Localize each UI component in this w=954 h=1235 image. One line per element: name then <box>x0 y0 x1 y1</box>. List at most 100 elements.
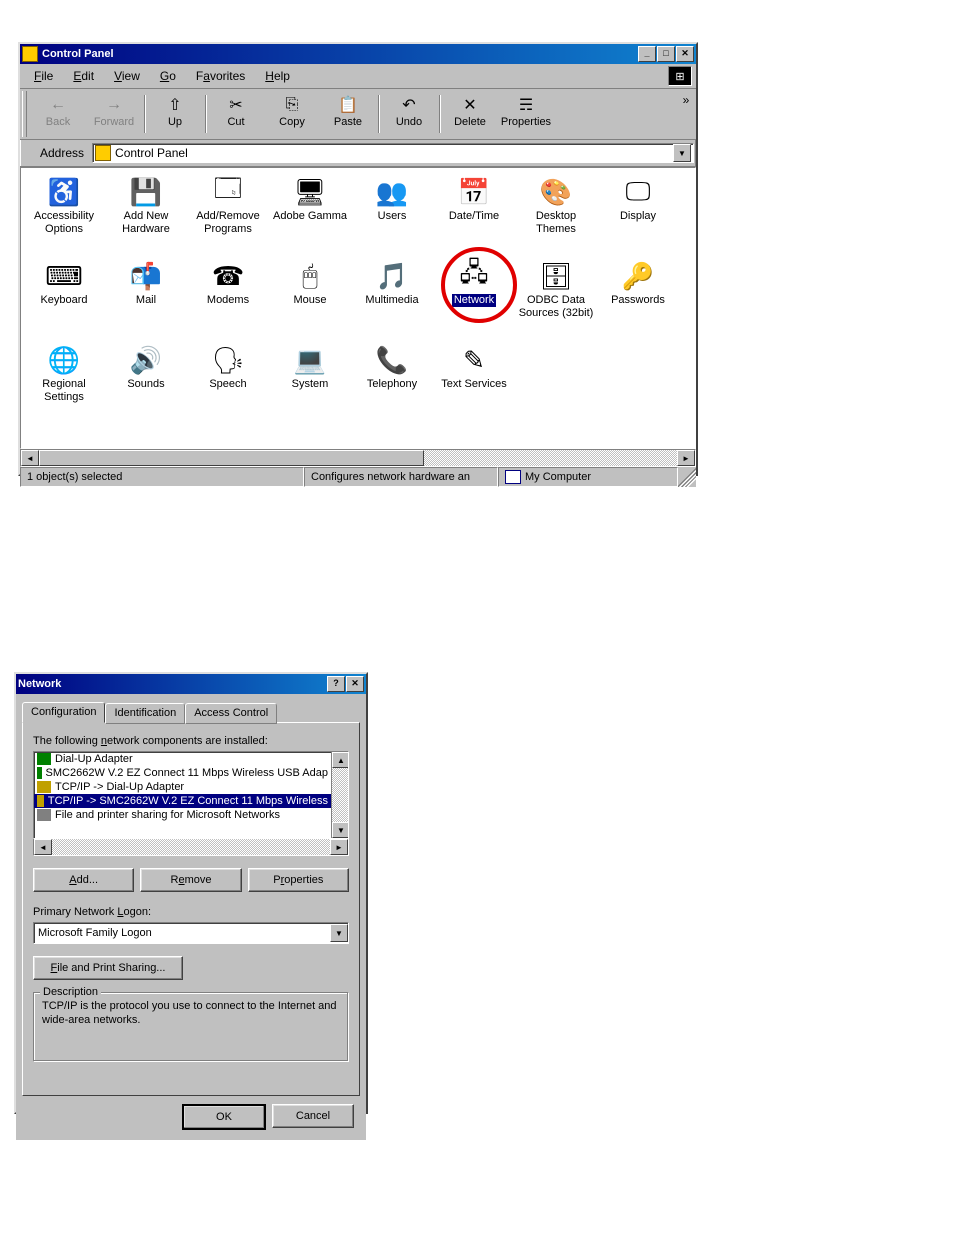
network-icon-label: Network <box>452 294 496 307</box>
keyboard-icon[interactable]: ⌨Keyboard <box>23 256 105 340</box>
multimedia-icon[interactable]: 🎵Multimedia <box>351 256 433 340</box>
add-remove-programs-icon-label: Add/Remove Programs <box>187 210 269 236</box>
close-button[interactable]: ✕ <box>676 46 694 62</box>
component-type-icon <box>37 767 42 779</box>
speech-icon[interactable]: 🗣Speech <box>187 340 269 424</box>
mail-icon[interactable]: 📬Mail <box>105 256 187 340</box>
cancel-button[interactable]: Cancel <box>272 1104 354 1128</box>
component-item[interactable]: TCP/IP -> Dial-Up Adapter <box>34 780 331 794</box>
users-icon[interactable]: 👥Users <box>351 172 433 256</box>
component-item[interactable]: SMC2662W V.2 EZ Connect 11 Mbps Wireless… <box>34 766 331 780</box>
address-field[interactable]: Control Panel ▼ <box>92 143 694 163</box>
tab-identification[interactable]: Identification <box>105 703 185 724</box>
properties-button[interactable]: ☴Properties <box>498 91 554 133</box>
date-time-icon[interactable]: 📅Date/Time <box>433 172 515 256</box>
description-label: Description <box>40 986 101 998</box>
regional-settings-icon[interactable]: 🌐Regional Settings <box>23 340 105 424</box>
desktop-themes-icon-label: Desktop Themes <box>515 210 597 236</box>
forward-icon: → <box>104 96 124 114</box>
add-new-hardware-icon[interactable]: 💾Add New Hardware <box>105 172 187 256</box>
menu-view[interactable]: View <box>104 67 150 85</box>
display-icon[interactable]: 🖵Display <box>597 172 679 256</box>
menu-help[interactable]: Help <box>255 67 300 85</box>
paste-button[interactable]: 📋Paste <box>320 91 376 133</box>
modems-icon[interactable]: ☎Modems <box>187 256 269 340</box>
text-services-icon[interactable]: ✎Text Services <box>433 340 515 424</box>
window-title: Control Panel <box>42 48 114 60</box>
configuration-tab-panel: The following network components are ins… <box>22 722 360 1096</box>
desktop-themes-glyph-icon: 🎨 <box>540 176 572 208</box>
component-item[interactable]: File and printer sharing for Microsoft N… <box>34 808 331 822</box>
add-remove-programs-icon[interactable]: 🗔Add/Remove Programs <box>187 172 269 256</box>
listbox-hscroll[interactable]: ◄ ► <box>33 838 349 856</box>
components-listbox[interactable]: Dial-Up AdapterSMC2662W V.2 EZ Connect 1… <box>33 751 349 839</box>
toolbar-overflow-icon[interactable]: » <box>678 91 694 137</box>
passwords-icon[interactable]: 🔑Passwords <box>597 256 679 340</box>
file-print-sharing-button[interactable]: File and Print Sharing... <box>33 956 183 980</box>
maximize-button[interactable]: □ <box>657 46 675 62</box>
copy-button[interactable]: ⎘Copy <box>264 91 320 133</box>
tab-configuration[interactable]: Configuration <box>22 702 105 723</box>
telephony-icon[interactable]: 📞Telephony <box>351 340 433 424</box>
menu-favorites[interactable]: Favorites <box>186 67 255 85</box>
undo-button[interactable]: ↶Undo <box>381 91 437 133</box>
add-button[interactable]: Add... <box>33 868 134 892</box>
listbox-scroll-right-icon[interactable]: ► <box>330 839 348 855</box>
component-item[interactable]: Dial-Up Adapter <box>34 752 331 766</box>
network-icon[interactable]: 🖧Network <box>433 256 515 340</box>
sounds-icon[interactable]: 🔊Sounds <box>105 340 187 424</box>
ok-button[interactable]: OK <box>182 1104 266 1130</box>
up-button[interactable]: ⇧Up <box>147 91 203 133</box>
tab-access-control[interactable]: Access Control <box>185 703 277 724</box>
component-item[interactable]: TCP/IP -> SMC2662W V.2 EZ Connect 11 Mbp… <box>34 794 331 808</box>
date-time-icon-label: Date/Time <box>447 210 501 223</box>
menu-file[interactable]: File <box>24 67 63 85</box>
remove-button[interactable]: Remove <box>140 868 241 892</box>
text-services-icon-label: Text Services <box>439 378 508 391</box>
dialog-close-button[interactable]: ✕ <box>346 676 364 692</box>
menu-go[interactable]: Go <box>150 67 186 85</box>
titlebar[interactable]: Control Panel _ □ ✕ <box>20 44 696 64</box>
combo-dropdown-icon[interactable]: ▼ <box>330 924 348 942</box>
adobe-gamma-glyph-icon: 🖥 <box>294 176 326 208</box>
dialog-titlebar[interactable]: Network ? ✕ <box>16 674 366 694</box>
scroll-down-icon[interactable]: ▼ <box>332 822 349 838</box>
component-label: File and printer sharing for Microsoft N… <box>55 809 280 821</box>
system-icon[interactable]: 💻System <box>269 340 351 424</box>
add-new-hardware-glyph-icon: 💾 <box>130 176 162 208</box>
scroll-up-icon[interactable]: ▲ <box>332 752 349 768</box>
odbc-icon[interactable]: 🗄ODBC Data Sources (32bit) <box>515 256 597 340</box>
properties-button[interactable]: Properties <box>248 868 349 892</box>
help-button[interactable]: ? <box>327 676 345 692</box>
minimize-button[interactable]: _ <box>638 46 656 62</box>
toolbar-handle[interactable] <box>22 91 27 137</box>
toolbar: ←Back→Forward⇧Up✂Cut⎘Copy📋Paste↶Undo✕Del… <box>20 89 696 140</box>
scroll-left-icon[interactable]: ◄ <box>21 450 39 466</box>
horizontal-scrollbar[interactable]: ◄ ► <box>20 449 696 467</box>
adobe-gamma-icon-label: Adobe Gamma <box>271 210 349 223</box>
passwords-glyph-icon: 🔑 <box>622 260 654 292</box>
primary-logon-combo[interactable]: Microsoft Family Logon ▼ <box>33 922 349 944</box>
cut-button[interactable]: ✂Cut <box>208 91 264 133</box>
status-selection: 1 object(s) selected <box>20 467 304 487</box>
scroll-right-icon[interactable]: ► <box>677 450 695 466</box>
sounds-icon-label: Sounds <box>125 378 166 391</box>
up-icon: ⇧ <box>165 96 185 114</box>
delete-button[interactable]: ✕Delete <box>442 91 498 133</box>
listbox-vscroll[interactable]: ▲ ▼ <box>331 752 348 838</box>
status-description: Configures network hardware an <box>304 467 498 487</box>
desktop-themes-icon[interactable]: 🎨Desktop Themes <box>515 172 597 256</box>
copy-button-label: Copy <box>279 116 305 128</box>
address-label: Address <box>34 146 88 160</box>
accessibility-options-icon[interactable]: ♿Accessibility Options <box>23 172 105 256</box>
adobe-gamma-icon[interactable]: 🖥 Adobe Gamma <box>269 172 351 256</box>
address-value: Control Panel <box>115 146 188 160</box>
address-dropdown-icon[interactable]: ▼ <box>673 144 691 162</box>
scroll-thumb[interactable] <box>39 450 424 466</box>
listbox-scroll-left-icon[interactable]: ◄ <box>34 839 52 855</box>
components-label: The following network components are ins… <box>33 735 349 747</box>
toolbar-separator <box>378 95 379 133</box>
menu-edit[interactable]: Edit <box>63 67 104 85</box>
resize-grip-icon[interactable] <box>678 467 696 487</box>
mouse-icon[interactable]: 🖱Mouse <box>269 256 351 340</box>
